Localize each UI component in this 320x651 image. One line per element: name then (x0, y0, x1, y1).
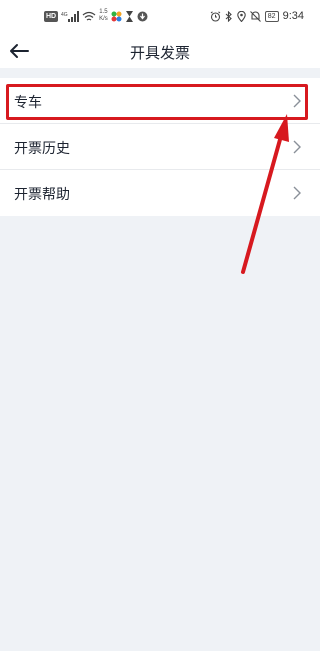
battery-level: 82 (264, 10, 279, 22)
network-speed: 1.5 K/s (99, 9, 108, 23)
chevron-right-icon (293, 94, 301, 108)
clock-time: 9:34 (282, 10, 304, 22)
colorful-app-icon (111, 11, 122, 21)
menu-item-label: 开票帮助 (14, 187, 70, 203)
shield-app-icon (137, 11, 148, 21)
wifi-icon (82, 11, 96, 21)
chevron-right-icon (293, 140, 301, 154)
bluetooth-icon (225, 10, 232, 22)
menu-item-special-car[interactable]: 专车 (0, 78, 320, 124)
menu-item-invoice-help[interactable]: 开票帮助 (0, 170, 320, 216)
speed-value: 1.5 (99, 9, 108, 15)
status-bar: HD 4G 1.5 K/s 82 9:34 (0, 0, 320, 34)
status-right-icons: 82 9:34 (210, 10, 304, 22)
page-title: 开具发票 (129, 44, 190, 62)
menu-item-label: 开票历史 (14, 141, 70, 157)
menu-list: 专车 开票历史 开票帮助 (0, 78, 320, 216)
menu-item-invoice-history[interactable]: 开票历史 (0, 124, 320, 170)
app-header: 开具发票 (0, 34, 320, 68)
svg-text:4G: 4G (61, 12, 68, 18)
hourglass-icon (125, 10, 133, 22)
speed-unit: K/s (99, 16, 108, 22)
menu-item-label: 专车 (14, 95, 42, 111)
mute-icon (249, 10, 261, 22)
hd-badge: HD (44, 10, 59, 22)
chevron-right-icon (293, 186, 301, 200)
alarm-icon (210, 10, 221, 22)
location-icon (237, 10, 246, 22)
signal-4g-icon: 4G (61, 10, 80, 22)
status-left-icons: HD 4G 1.5 K/s (44, 9, 148, 23)
